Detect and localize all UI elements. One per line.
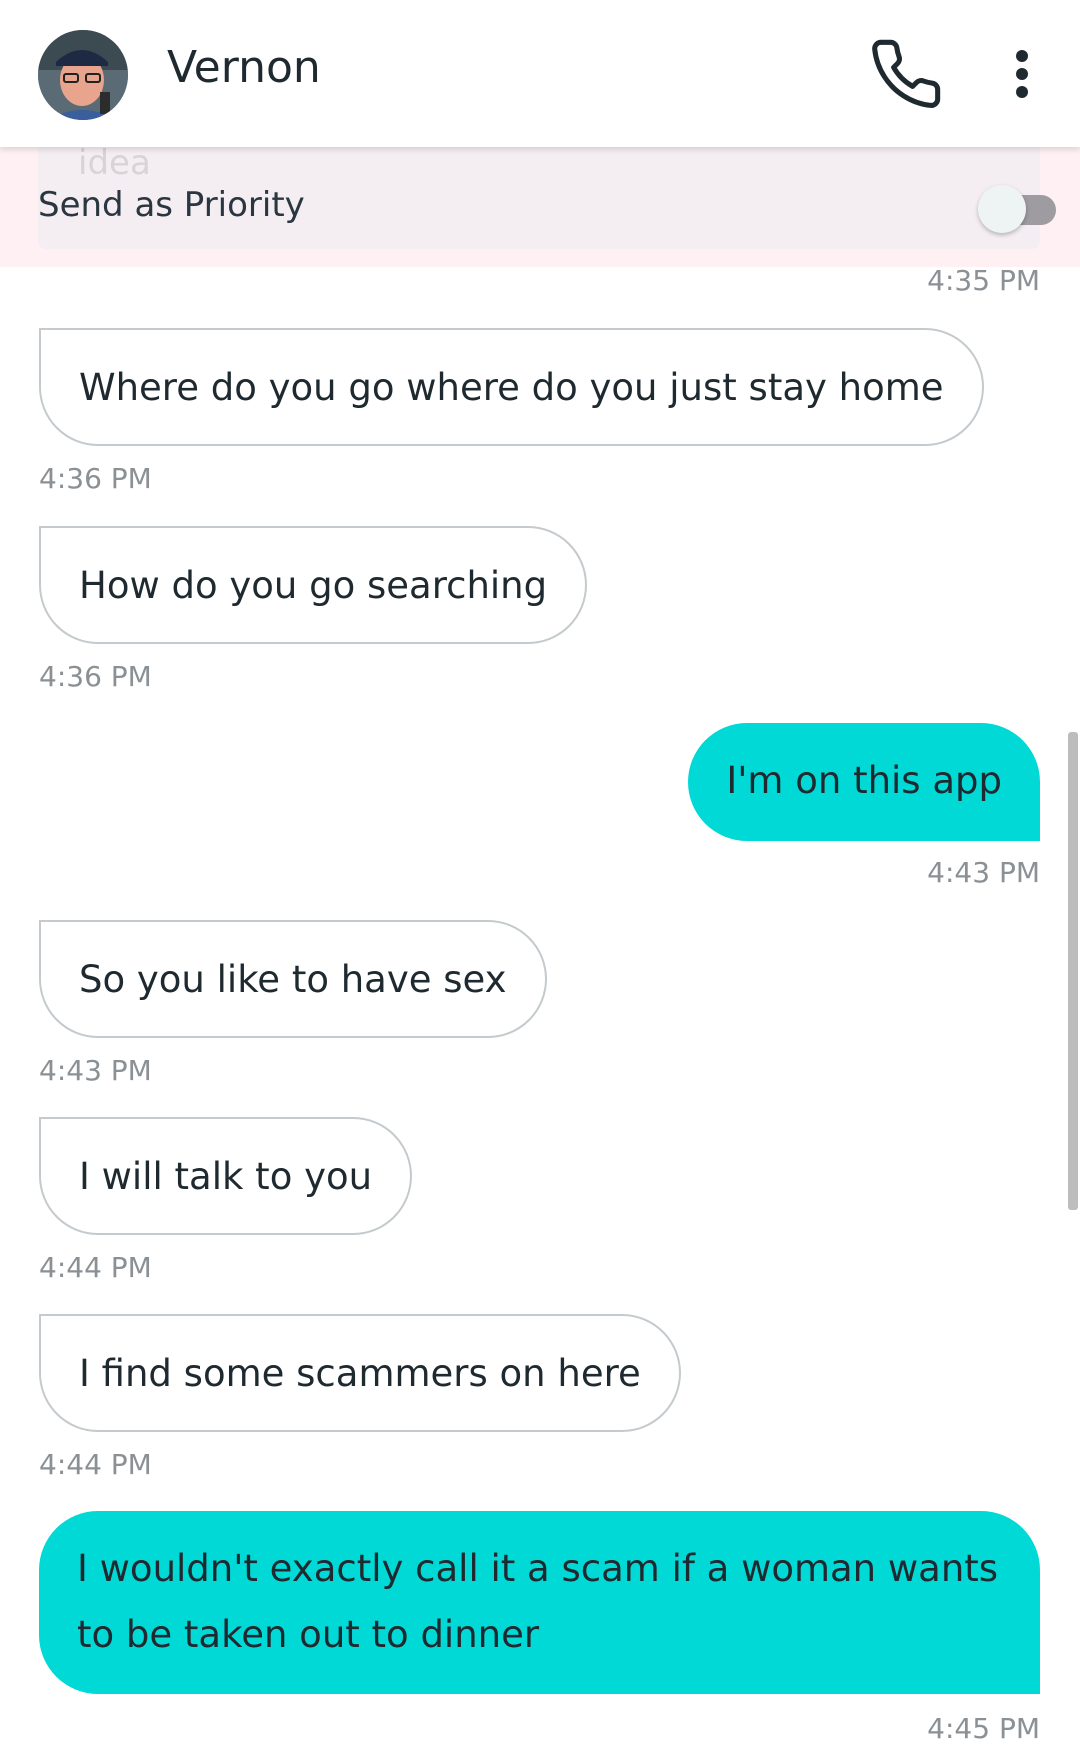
faded-background-text: idea — [78, 143, 151, 183]
toggle-knob — [978, 185, 1026, 233]
message-time: 4:45 PM — [927, 1712, 1040, 1745]
message-time: 4:44 PM — [39, 1448, 152, 1481]
contact-avatar[interactable] — [38, 30, 128, 120]
message-time: 4:36 PM — [39, 462, 152, 495]
call-button[interactable] — [868, 36, 944, 112]
message-time: 4:43 PM — [39, 1054, 152, 1087]
priority-label: Send as Priority — [38, 185, 305, 225]
message-time: 4:35 PM — [927, 264, 1040, 297]
incoming-message[interactable]: How do you go searching — [39, 526, 588, 644]
avatar-photo-icon — [38, 30, 128, 120]
priority-bar: idea Send as Priority — [0, 143, 1080, 267]
outgoing-message[interactable]: I'm on this app — [688, 723, 1040, 841]
incoming-message[interactable]: I find some scammers on here — [39, 1314, 681, 1432]
incoming-message[interactable]: Where do you go where do you just stay h… — [39, 328, 984, 446]
incoming-message[interactable]: So you like to have sex — [39, 920, 547, 1038]
more-vertical-icon — [1016, 50, 1028, 98]
message-time: 4:44 PM — [39, 1251, 152, 1284]
chat-header: Vernon — [0, 0, 1080, 147]
message-time: 4:36 PM — [39, 660, 152, 693]
more-options-button[interactable] — [1000, 44, 1044, 108]
priority-panel: idea Send as Priority — [38, 143, 1056, 249]
incoming-message[interactable]: I will talk to you — [39, 1117, 413, 1235]
scrollbar[interactable] — [1068, 732, 1078, 1210]
phone-icon — [872, 39, 941, 108]
outgoing-message[interactable]: I wouldn't exactly call it a scam if a w… — [39, 1511, 1040, 1694]
contact-name[interactable]: Vernon — [167, 42, 321, 93]
priority-toggle[interactable] — [978, 185, 1058, 233]
message-time: 4:43 PM — [927, 856, 1040, 889]
